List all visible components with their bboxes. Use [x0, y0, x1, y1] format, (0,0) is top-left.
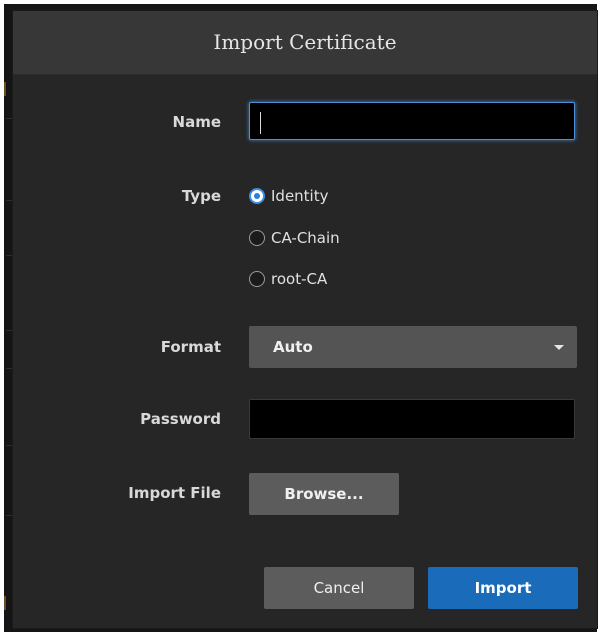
radio-unchecked-icon[interactable]	[249, 230, 265, 246]
import-file-label: Import File	[128, 484, 221, 502]
radio-checked-icon[interactable]	[249, 188, 265, 204]
name-label: Name	[172, 113, 221, 131]
radio-ca-chain-label: CA-Chain	[271, 229, 340, 247]
radio-root-ca[interactable]: root-CA	[249, 267, 327, 291]
format-label: Format	[160, 338, 221, 356]
import-certificate-dialog: Import Certificate Name Type Identity CA…	[12, 10, 598, 629]
radio-root-ca-label: root-CA	[271, 270, 328, 288]
cancel-button[interactable]: Cancel	[264, 567, 414, 609]
password-input[interactable]	[249, 399, 575, 439]
chevron-down-icon	[554, 345, 564, 350]
format-selected-value: Auto	[273, 338, 313, 356]
radio-identity[interactable]: Identity	[249, 184, 329, 208]
dialog-title: Import Certificate	[213, 30, 397, 54]
dialog-header: Import Certificate	[13, 11, 597, 75]
text-cursor	[260, 112, 261, 134]
background-marker	[4, 82, 6, 96]
browse-button[interactable]: Browse...	[249, 473, 399, 515]
radio-identity-label: Identity	[271, 187, 329, 205]
background-marker	[4, 596, 6, 610]
radio-dot	[254, 193, 260, 199]
name-input[interactable]	[249, 102, 575, 140]
import-button[interactable]: Import	[428, 567, 578, 609]
type-label: Type	[181, 187, 221, 205]
radio-ca-chain[interactable]: CA-Chain	[249, 226, 340, 250]
radio-unchecked-icon[interactable]	[249, 271, 265, 287]
format-select[interactable]: Auto	[249, 326, 577, 368]
password-label: Password	[140, 410, 221, 428]
